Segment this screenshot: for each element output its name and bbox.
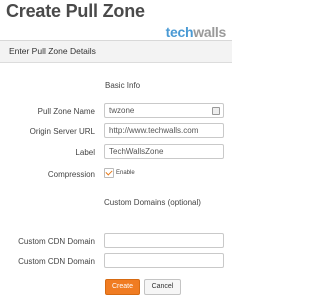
label-input[interactable]: TechWallsZone [104,144,224,159]
autofill-key-icon[interactable] [212,107,220,115]
pull-zone-name-label: Pull Zone Name [37,107,95,116]
panel-header: Enter Pull Zone Details [0,41,232,63]
page-title: Create Pull Zone [6,1,145,21]
create-button[interactable]: Create [105,279,140,295]
custom-cdn-domain-label-2: Custom CDN Domain [18,257,95,266]
custom-domains-title: Custom Domains (optional) [104,198,201,207]
label-field-label: Label [75,148,95,157]
techwalls-logo: techwalls [165,24,227,40]
compression-toggle[interactable]: Enable [104,168,135,178]
pull-zone-form-panel: Enter Pull Zone Details Basic Info Pull … [0,40,232,301]
custom-cdn-domain-input-1[interactable] [104,233,224,248]
cancel-button[interactable]: Cancel [144,279,181,295]
pull-zone-name-input[interactable]: twzone [104,103,224,118]
custom-cdn-domain-input-2[interactable] [104,253,224,268]
compression-checkbox[interactable] [104,168,114,178]
compression-label: Compression [47,170,95,179]
compression-enable-label: Enable [116,170,135,176]
custom-cdn-domain-label-1: Custom CDN Domain [18,237,95,246]
label-value: TechWallsZone [109,147,164,156]
pull-zone-name-value: twzone [109,106,135,115]
logo-part-tech: tech [165,24,194,40]
logo-part-walls: walls [193,24,226,40]
origin-server-url-input[interactable]: http://www.techwalls.com [104,123,224,138]
basic-info-title: Basic Info [105,81,141,90]
origin-server-url-label: Origin Server URL [29,127,95,136]
origin-server-url-value: http://www.techwalls.com [109,126,199,135]
